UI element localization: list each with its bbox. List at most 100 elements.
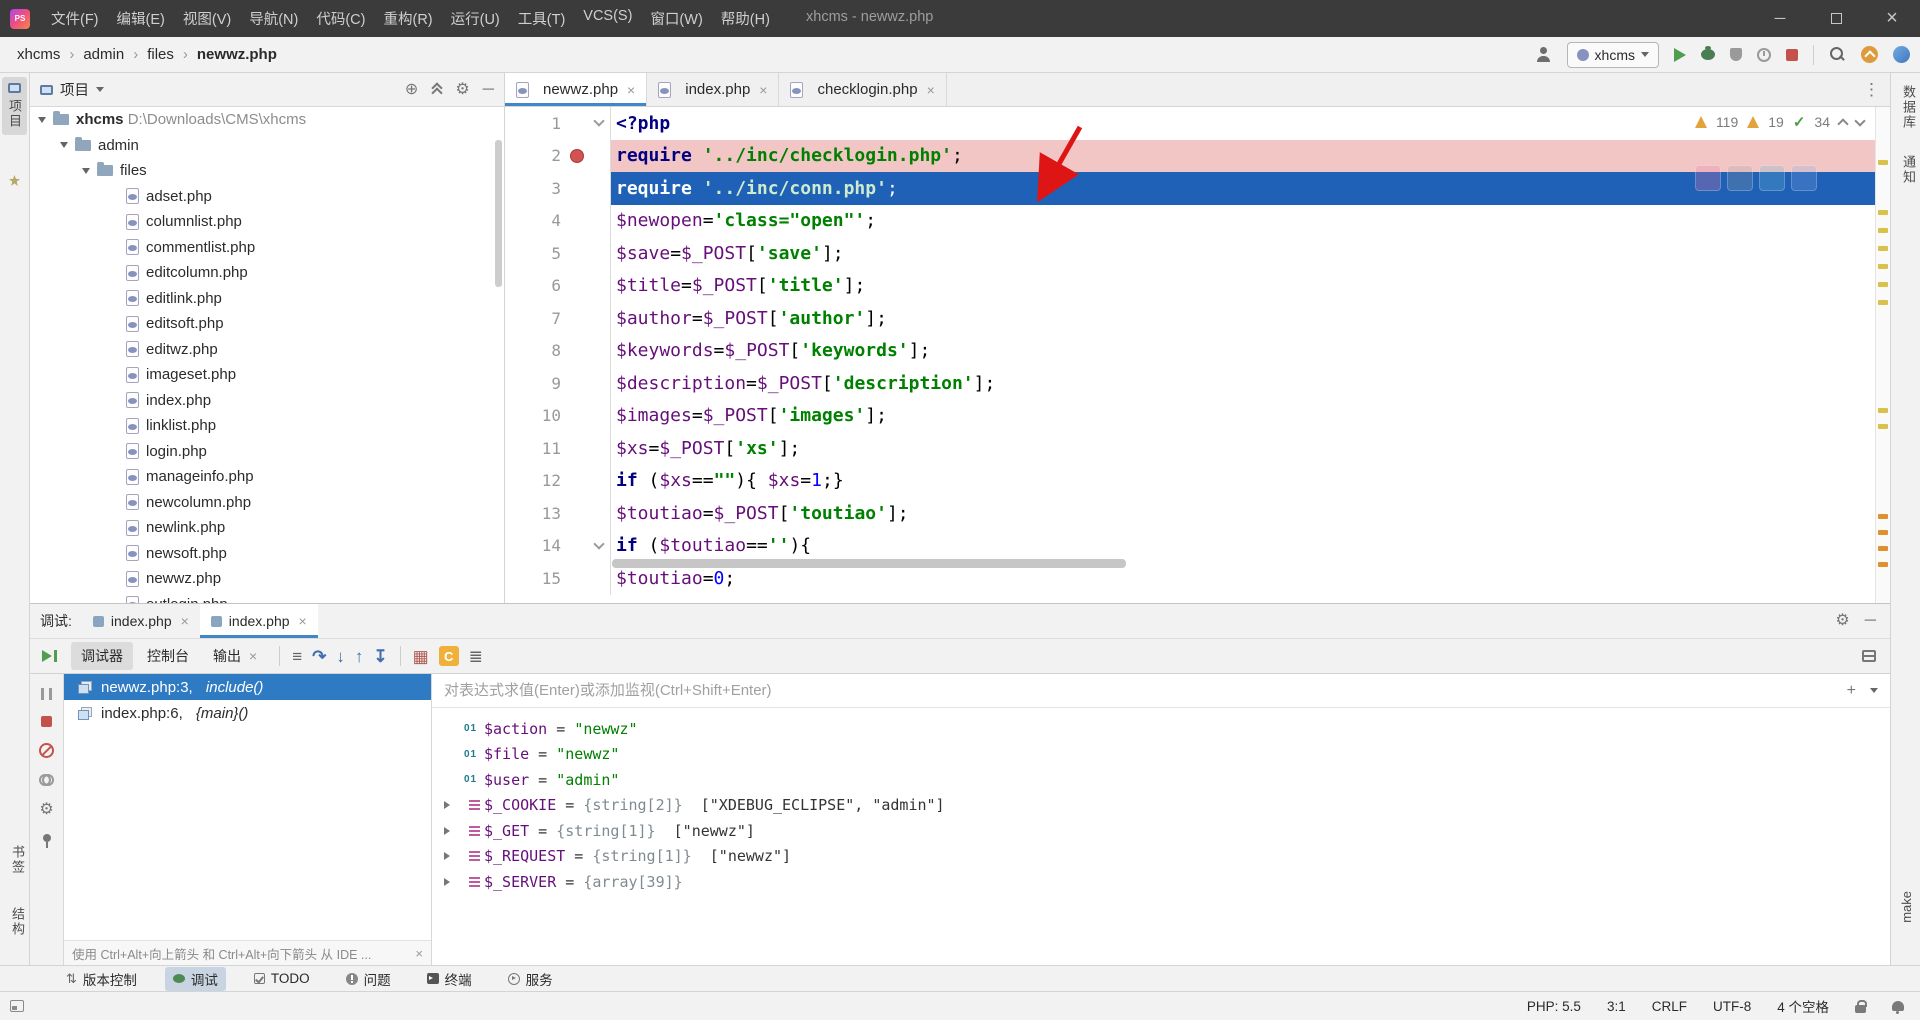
toolwindow-switcher-icon[interactable]	[10, 1000, 24, 1012]
collapse-all-icon[interactable]	[431, 84, 442, 95]
inline-debug-overlay-icon[interactable]	[1759, 165, 1785, 191]
search-icon[interactable]	[1829, 46, 1846, 63]
stripe-mark[interactable]	[1878, 530, 1888, 535]
gear-icon[interactable]: ⚙	[455, 81, 469, 98]
breadcrumb-item[interactable]: files	[144, 44, 177, 65]
chevron-right-icon[interactable]	[444, 877, 450, 886]
gear-icon[interactable]: ⚙	[1835, 613, 1849, 629]
stripe-mark[interactable]	[1878, 408, 1888, 413]
variable-row[interactable]: $_COOKIE = {string[2]} ["XDEBUG_ECLIPSE"…	[432, 793, 1890, 819]
tree-file-item[interactable]: commentlist.php	[30, 235, 504, 261]
stripe-mark[interactable]	[1878, 246, 1888, 251]
code-line[interactable]: 10 $images = $_POST['images'];	[505, 399, 1890, 432]
hide-panel-icon[interactable]: ─	[483, 81, 494, 98]
notifications-bell-icon[interactable]	[1892, 1001, 1904, 1014]
tree-file-item[interactable]: newsoft.php	[30, 541, 504, 567]
tree-file-item[interactable]: manageinfo.php	[30, 464, 504, 490]
mute-breakpoints-icon[interactable]	[39, 743, 54, 758]
chevron-down-icon[interactable]	[60, 142, 68, 149]
run-to-cursor-icon[interactable]: ↧	[373, 648, 387, 665]
layout-menu-icon[interactable]: ≡	[292, 648, 302, 665]
tree-folder-item[interactable]: files	[30, 158, 504, 184]
debug-view-tab[interactable]: 控制台	[137, 642, 199, 670]
breadcrumb-item[interactable]: admin	[80, 44, 127, 65]
menu-item[interactable]: 编辑(E)	[108, 4, 174, 33]
update-icon[interactable]	[1861, 46, 1878, 63]
stripe-mark[interactable]	[1878, 282, 1888, 287]
breadcrumb-item[interactable]: xhcms	[14, 44, 63, 65]
code-line[interactable]: 14 if ($toutiao == ''){	[505, 529, 1890, 562]
code-line[interactable]: 13 $toutiao = $_POST['toutiao'];	[505, 497, 1890, 530]
restore-layout-icon[interactable]	[1862, 650, 1876, 662]
menu-item[interactable]: VCS(S)	[574, 4, 641, 33]
stripe-mark[interactable]	[1878, 514, 1888, 519]
menu-item[interactable]: 运行(U)	[442, 4, 509, 33]
tree-folder-item[interactable]: admin	[30, 133, 504, 159]
menu-item[interactable]: 帮助(H)	[712, 4, 779, 33]
stripe-button[interactable]: 书签	[8, 845, 27, 875]
tree-file-item[interactable]: adset.php	[30, 184, 504, 210]
stripe-mark[interactable]	[1878, 424, 1888, 429]
pause-button[interactable]	[41, 688, 52, 700]
tab-close-icon[interactable]: ×	[249, 648, 257, 664]
status-widget[interactable]: 3:1	[1607, 999, 1626, 1014]
code-line[interactable]: 3 require '../inc/conn.php';	[505, 172, 1890, 205]
tree-file-item[interactable]: editsoft.php	[30, 311, 504, 337]
editor-tab[interactable]: newwz.php ×	[505, 73, 648, 106]
status-widget[interactable]: 4 个空格	[1777, 996, 1829, 1016]
code-line[interactable]: 9 $description = $_POST['description'];	[505, 367, 1890, 400]
stripe-mark[interactable]	[1878, 210, 1888, 215]
editor-body[interactable]: 1 <?php 2 require '../inc/checklogin.php'; 3…	[505, 107, 1890, 603]
menu-item[interactable]: 工具(T)	[509, 4, 575, 33]
stripe-mark[interactable]	[1878, 300, 1888, 305]
status-widget[interactable]: PHP: 5.5	[1527, 999, 1581, 1014]
breakpoint-icon[interactable]	[570, 148, 584, 163]
evaluate-expression-icon[interactable]: C	[438, 646, 459, 666]
maximize-button[interactable]	[1808, 0, 1864, 37]
user-icon[interactable]	[1536, 47, 1552, 62]
chevron-down-icon[interactable]	[82, 167, 90, 174]
stripe-mark[interactable]	[1878, 160, 1888, 165]
debug-view-tab[interactable]: 输出 ×	[203, 642, 267, 670]
editor-tab[interactable]: index.php ×	[647, 73, 780, 106]
code-with-me-icon[interactable]	[1893, 46, 1910, 63]
resume-button[interactable]	[42, 650, 57, 662]
minimize-button[interactable]: ─	[1752, 0, 1808, 37]
chevron-down-icon[interactable]	[38, 116, 46, 123]
add-watch-icon[interactable]: +	[1847, 682, 1856, 699]
profiler-icon[interactable]	[1757, 47, 1771, 62]
menu-item[interactable]: 视图(V)	[174, 4, 240, 33]
stripe-mark[interactable]	[1878, 264, 1888, 269]
close-button[interactable]: ×	[1864, 0, 1920, 37]
toolwindow-button[interactable]: ⇅ 版本控制	[58, 967, 145, 991]
code-line[interactable]: 11 $xs = $_POST['xs'];	[505, 432, 1890, 465]
stop-button[interactable]	[41, 716, 52, 727]
stripe-button[interactable]: make	[1899, 891, 1914, 923]
variable-row[interactable]: 01 $action = "newwz"	[432, 716, 1890, 742]
evaluate-expression-input[interactable]	[444, 682, 1833, 699]
toolwindow-button[interactable]: TODO	[246, 969, 318, 988]
inline-debug-overlay-icon[interactable]	[1727, 165, 1753, 191]
chevron-right-icon[interactable]	[444, 852, 450, 861]
tree-file-item[interactable]: newcolumn.php	[30, 490, 504, 516]
tab-close-icon[interactable]: ×	[759, 82, 767, 98]
lock-icon[interactable]	[1855, 999, 1867, 1013]
tab-close-icon[interactable]: ×	[927, 82, 935, 98]
variable-row[interactable]: $_GET = {string[1]} ["newwz"]	[432, 818, 1890, 844]
tree-file-item[interactable]: imageset.php	[30, 362, 504, 388]
error-stripe[interactable]	[1875, 107, 1890, 603]
tab-close-icon[interactable]: ×	[299, 613, 307, 629]
debug-session-tab[interactable]: index.php ×	[199, 604, 318, 638]
toolwindow-stripe-favorites[interactable]	[2, 169, 27, 192]
inspection-widget[interactable]: 119 19 ✓ 34	[1694, 113, 1866, 131]
status-widget[interactable]: UTF-8	[1713, 999, 1751, 1014]
breadcrumb-item[interactable]: newwz.php	[194, 44, 280, 65]
variable-row[interactable]: 01 $user = "admin"	[432, 767, 1890, 793]
stripe-mark[interactable]	[1878, 562, 1888, 567]
status-widget[interactable]: CRLF	[1652, 999, 1687, 1014]
code-line[interactable]: 8 $keywords = $_POST['keywords'];	[505, 334, 1890, 367]
tree-file-item[interactable]: login.php	[30, 439, 504, 465]
run-button[interactable]	[1674, 47, 1686, 62]
debug-view-tab[interactable]: 调试器	[71, 642, 133, 670]
pin-icon[interactable]	[42, 834, 52, 848]
